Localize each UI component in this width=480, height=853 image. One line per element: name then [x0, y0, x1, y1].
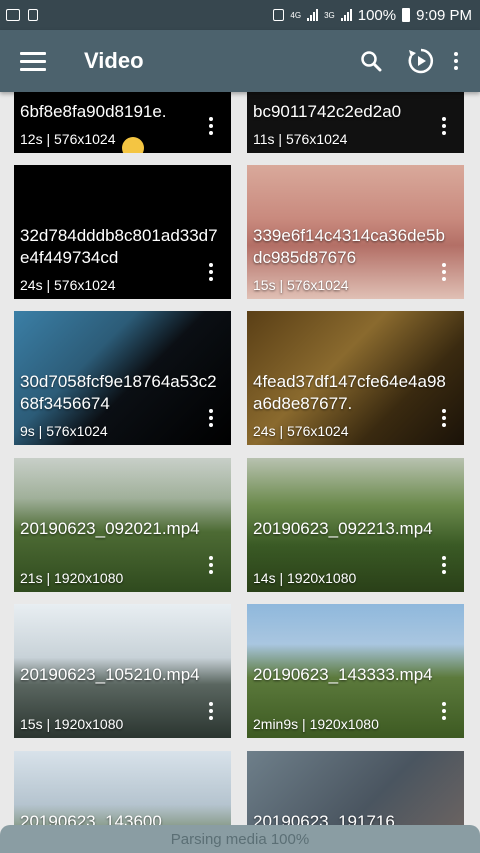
more-vert-icon[interactable] [442, 263, 446, 281]
video-meta: 11s | 576x1024 [253, 131, 348, 147]
video-card[interactable]: 339e6f14c4314ca36de5bdc985d87676 15s | 5… [247, 165, 464, 299]
video-meta: 2min9s | 1920x1080 [253, 716, 379, 732]
battery-icon [402, 8, 411, 22]
more-vert-icon[interactable] [209, 556, 213, 574]
video-name: 20190623_092213.mp4 [253, 519, 433, 538]
film-icon [28, 9, 38, 21]
video-card[interactable]: 32d784dddb8c801ad33d7e4f449734cd 24s | 5… [14, 165, 231, 299]
video-meta: 12s | 576x1024 [20, 131, 116, 147]
app-bar: Video [0, 30, 480, 92]
video-name: 4fead37df147cfe64e4a98a6d8e87677. [253, 372, 446, 413]
video-meta: 9s | 576x1024 [20, 423, 108, 439]
video-meta: 15s | 1920x1080 [20, 716, 124, 732]
more-vert-icon[interactable] [442, 702, 446, 720]
video-grid: 6bf8e8fa90d8191e. 12s | 576x1024 bc90117… [0, 92, 480, 853]
more-vert-icon[interactable] [442, 117, 446, 135]
gallery-icon [6, 9, 20, 21]
video-name: 30d7058fcf9e18764a53c268f3456674 [20, 372, 217, 413]
signal-icon [307, 9, 319, 21]
more-vert-icon[interactable] [453, 52, 458, 70]
more-vert-icon[interactable] [209, 263, 213, 281]
battery-percent: 100% [357, 6, 397, 24]
search-icon[interactable] [353, 43, 389, 79]
video-name: 32d784dddb8c801ad33d7e4f449734cd [20, 226, 218, 267]
video-card[interactable]: 6bf8e8fa90d8191e. 12s | 576x1024 [14, 92, 231, 153]
more-vert-icon[interactable] [442, 409, 446, 427]
page-title: Video [84, 48, 144, 73]
parsing-status-bar: Parsing media 100% [0, 825, 480, 853]
video-card[interactable]: bc9011742c2ed2a0 11s | 576x1024 [247, 92, 464, 153]
hamburger-menu-icon[interactable] [20, 51, 46, 71]
video-card[interactable]: 4fead37df147cfe64e4a98a6d8e87677. 24s | … [247, 311, 464, 445]
video-card[interactable]: 20190623_105210.mp4 15s | 1920x1080 [14, 604, 231, 738]
video-card[interactable]: 20190623_092213.mp4 14s | 1920x1080 [247, 458, 464, 592]
video-meta: 21s | 1920x1080 [20, 570, 124, 586]
more-vert-icon[interactable] [209, 117, 213, 135]
more-vert-icon[interactable] [209, 702, 213, 720]
network-type-2: 3G [324, 10, 335, 20]
more-vert-icon[interactable] [442, 556, 446, 574]
video-meta: 24s | 576x1024 [20, 277, 116, 293]
video-name: bc9011742c2ed2a0 [253, 102, 402, 121]
clock: 9:09 PM [416, 6, 472, 24]
video-meta: 24s | 576x1024 [253, 423, 349, 439]
signal-icon-2 [340, 9, 352, 21]
video-card[interactable]: 20190623_092021.mp4 21s | 1920x1080 [14, 458, 231, 592]
video-name: 20190623_143333.mp4 [253, 665, 433, 684]
video-name: 20190623_105210.mp4 [20, 665, 200, 684]
status-bar: 4G 3G 100% 9:09 PM [0, 0, 480, 30]
more-vert-icon[interactable] [209, 409, 213, 427]
video-name: 6bf8e8fa90d8191e. [20, 102, 167, 121]
sim-icon [273, 9, 285, 21]
network-type-1: 4G [290, 10, 302, 20]
video-card[interactable]: 30d7058fcf9e18764a53c268f3456674 9s | 57… [14, 311, 231, 445]
video-name: 20190623_092021.mp4 [20, 519, 200, 538]
video-meta: 14s | 1920x1080 [253, 570, 357, 586]
video-card[interactable]: 20190623_143333.mp4 2min9s | 1920x1080 [247, 604, 464, 738]
video-meta: 15s | 576x1024 [253, 277, 349, 293]
emoji-icon [122, 137, 144, 153]
video-name: 339e6f14c4314ca36de5bdc985d87676 [253, 226, 445, 267]
refresh-play-icon[interactable] [403, 43, 439, 79]
